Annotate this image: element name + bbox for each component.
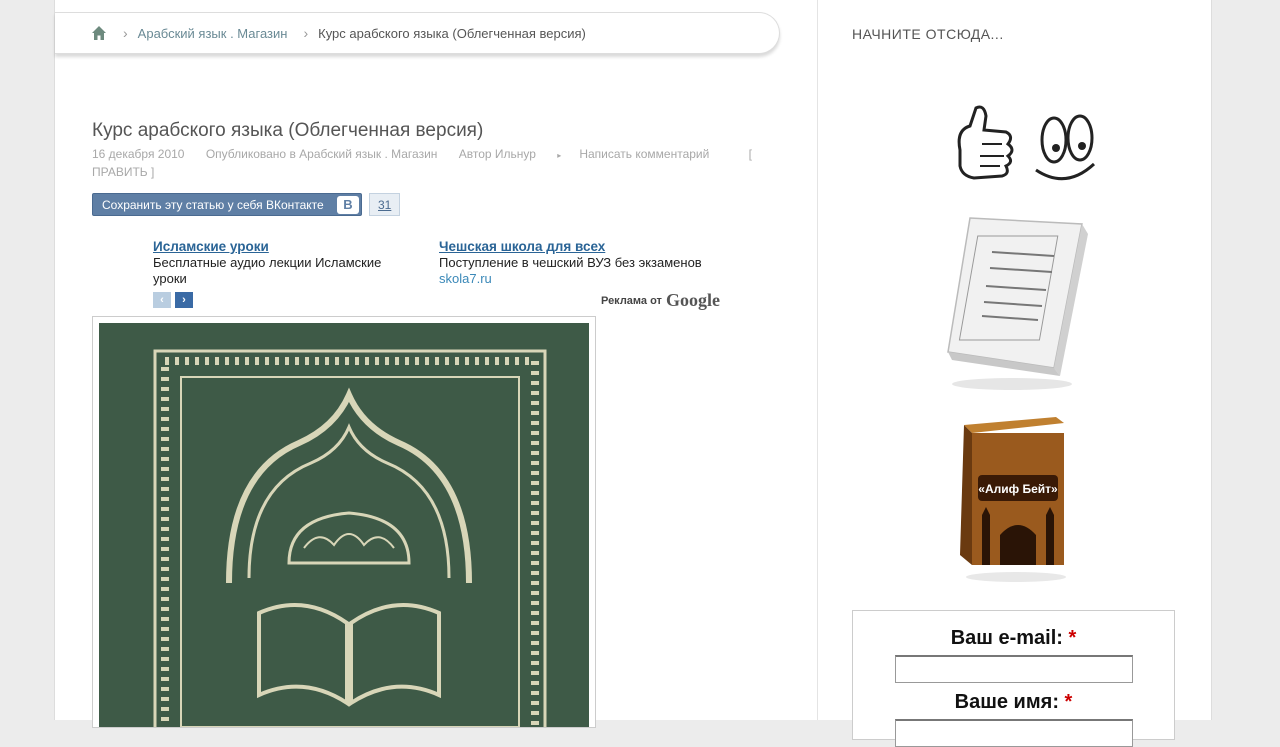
ad-block-2: Чешская школа для всех Поступление в чеш… <box>439 239 739 287</box>
ad-title-link[interactable]: Исламские уроки <box>153 239 413 255</box>
ad-text: Бесплатные аудио лекции Исламские уроки <box>153 255 382 286</box>
book-image-frame <box>92 316 596 743</box>
home-icon[interactable] <box>91 25 107 41</box>
email-label-text: Ваш e-mail: <box>950 627 1063 649</box>
sidebar: НАЧНИТЕ ОТСЮДА... «Алиф Бейт» Ваш e-mail… <box>818 0 1211 747</box>
email-field[interactable] <box>895 655 1133 683</box>
google-logo: Google <box>665 290 720 310</box>
chevron-right-icon: › <box>123 25 128 41</box>
ad-next-button[interactable]: › <box>175 292 193 308</box>
ad-block-1: Исламские уроки Бесплатные аудио лекции … <box>153 239 413 287</box>
name-label-text: Ваше имя: <box>954 691 1059 713</box>
required-mark: * <box>1064 691 1073 713</box>
book-alif-beit-title: «Алиф Бейт» <box>978 482 1058 496</box>
ad-title-link[interactable]: Чешская школа для всех <box>439 239 739 255</box>
comment-link[interactable]: ▸ Написать комментарий <box>557 147 727 161</box>
book-cover-image[interactable] <box>99 323 589 743</box>
name-label: Ваше имя: * <box>853 691 1174 714</box>
breadcrumb-current: Курс арабского языка (Облегченная версия… <box>318 25 586 41</box>
post-category-link[interactable]: Опубликовано в Арабский язык . Магазин <box>206 147 438 161</box>
vk-logo-icon: В <box>337 195 359 214</box>
comment-label: Написать комментарий <box>579 147 710 161</box>
post-meta: 16 декабря 2010 Опубликовано в Арабский … <box>92 146 762 180</box>
vk-share-button[interactable]: Сохранить эту статью у себя ВКонтакте В <box>92 193 362 216</box>
name-field[interactable] <box>895 719 1133 747</box>
ads-by-label: Реклама от <box>601 294 662 307</box>
required-mark: * <box>1068 627 1077 649</box>
breadcrumb: › Арабский язык . Магазин › Курс арабско… <box>55 12 780 54</box>
arrow-icon: ▸ <box>557 151 562 160</box>
book-arabic-image[interactable] <box>942 212 1092 397</box>
vk-share-label: Сохранить эту статью у себя ВКонтакте <box>102 197 324 212</box>
main-content: › Арабский язык . Магазин › Курс арабско… <box>55 0 817 743</box>
page: › Арабский язык . Магазин › Курс арабско… <box>54 0 1212 747</box>
post-author-link[interactable]: Автор Ильнур <box>459 147 536 161</box>
vk-share-count[interactable]: 31 <box>369 193 401 216</box>
post-title: Курс арабского языка (Облегченная версия… <box>92 120 484 141</box>
thumbs-up-smiley-icon <box>936 100 1096 195</box>
subscribe-form: Ваш e-mail: * Ваше имя: * <box>852 610 1175 747</box>
ad-nav: ‹ › <box>153 292 193 308</box>
sidebar-heading: НАЧНИТЕ ОТСЮДА... <box>852 26 1004 42</box>
ad-url-link[interactable]: skola7.ru <box>439 271 739 287</box>
ad-prev-button[interactable]: ‹ <box>153 292 171 308</box>
ad-text: Поступление в чешский ВУЗ без экзаменов <box>439 255 702 270</box>
post-date: 16 декабря 2010 <box>92 147 185 161</box>
book-alif-beit-image[interactable]: «Алиф Бейт» <box>956 415 1076 590</box>
ads-by-google[interactable]: Реклама от Google <box>601 290 720 311</box>
email-label: Ваш e-mail: * <box>853 627 1174 650</box>
chevron-right-icon: › <box>303 25 309 41</box>
breadcrumb-link-category[interactable]: Арабский язык . Магазин <box>138 26 288 41</box>
